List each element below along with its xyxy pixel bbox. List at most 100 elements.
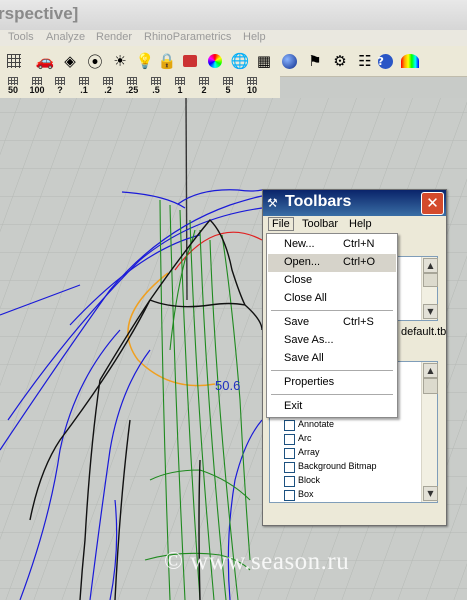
- grid-sphere-icon[interactable]: ▦: [254, 51, 274, 71]
- snap-2-button[interactable]: 2: [194, 76, 214, 98]
- scroll-down-button[interactable]: ▼: [423, 304, 438, 319]
- toolbar-name: Arc: [298, 433, 312, 443]
- scroll-down-button[interactable]: ▼: [423, 486, 438, 501]
- dialog-menu-toolbar[interactable]: Toolbar: [302, 218, 338, 230]
- lock-icon[interactable]: 🔒: [157, 51, 177, 71]
- menu-item-new[interactable]: New... Ctrl+N: [268, 236, 396, 254]
- light-icon[interactable]: ☀: [110, 51, 130, 71]
- current-file-name: default.tb: [401, 326, 447, 338]
- render-preview-icon[interactable]: ◈: [60, 51, 80, 71]
- checkbox[interactable]: [284, 476, 295, 487]
- color-wheel-icon[interactable]: [205, 51, 225, 71]
- car-icon[interactable]: 🚗: [35, 51, 55, 71]
- dimension-label: 50.6: [215, 378, 240, 393]
- snap-1-button[interactable]: 1: [170, 76, 190, 98]
- help-icon[interactable]: ?: [375, 51, 395, 71]
- camera-target-icon[interactable]: ⦿: [85, 51, 105, 71]
- snap-label: .25: [125, 85, 139, 95]
- scroll-up-button[interactable]: ▲: [423, 258, 438, 273]
- menu-separator: [271, 370, 393, 371]
- snap-5-button[interactable]: 5: [218, 76, 238, 98]
- checkbox[interactable]: [284, 490, 295, 501]
- snap-label: .1: [80, 85, 88, 95]
- checkbox[interactable]: [284, 420, 295, 431]
- dialog-menu-file[interactable]: File: [268, 217, 294, 231]
- sphere-wire-icon[interactable]: 🌐: [230, 51, 250, 71]
- bulb-icon[interactable]: 💡: [135, 51, 155, 71]
- snap-10-button[interactable]: 10: [242, 76, 262, 98]
- zebra-analysis-icon[interactable]: [400, 51, 420, 71]
- menu-item-label: Exit: [284, 400, 303, 412]
- snap-0-25-button[interactable]: .25: [122, 76, 142, 98]
- snap-label: .2: [104, 85, 112, 95]
- watermark-text: © www.season.ru: [164, 548, 350, 575]
- grid-icon[interactable]: [4, 51, 24, 71]
- main-toolbar: 🚗 ◈ ⦿ ☀ 💡 🔒 🌐 ▦ ⚑ ⚙ ☷ ?: [0, 46, 467, 77]
- menu-item-label: Save As...: [284, 334, 334, 346]
- snap-label: .5: [152, 85, 160, 95]
- scroll-thumb[interactable]: [423, 378, 438, 394]
- menu-item-save[interactable]: Save Ctrl+S: [268, 314, 396, 332]
- scroll-up-button[interactable]: ▲: [423, 363, 438, 378]
- file-dropdown-menu: New... Ctrl+N Open... Ctrl+O Close Close A…: [266, 233, 398, 418]
- dialog-titlebar: ⚒ Toolbars ✕: [263, 190, 446, 216]
- menu-item-shortcut: Ctrl+S: [343, 316, 374, 328]
- snap-0-5-button[interactable]: .5: [146, 76, 166, 98]
- menu-item-save-as[interactable]: Save As...: [268, 332, 396, 350]
- snap-label: 2: [201, 85, 207, 95]
- menu-item-open[interactable]: Open... Ctrl+O: [268, 254, 396, 272]
- checkbox[interactable]: [284, 462, 295, 473]
- menu-item-shortcut: Ctrl+O: [343, 256, 376, 268]
- menu-render[interactable]: Render: [96, 31, 132, 43]
- menu-item-shortcut: Ctrl+N: [343, 238, 375, 250]
- snap-label: 1: [177, 85, 183, 95]
- flag-icon[interactable]: ⚑: [305, 51, 325, 71]
- menu-item-close-all[interactable]: Close All: [268, 290, 396, 308]
- hierarchy-icon[interactable]: ☷: [355, 51, 375, 71]
- menu-item-exit[interactable]: Exit: [268, 398, 396, 416]
- snap-label: 50: [7, 85, 18, 95]
- menu-item-close[interactable]: Close: [268, 272, 396, 290]
- menu-separator: [271, 394, 393, 395]
- snap-label: 100: [29, 85, 45, 95]
- menu-help[interactable]: Help: [243, 31, 266, 43]
- layer-icon[interactable]: [180, 51, 200, 71]
- snap-toolbar: 50 100 ? .1 .2 .25 .5 1 2 5 10: [0, 76, 280, 98]
- toolbar-name: Block: [298, 475, 321, 485]
- snap-50-button[interactable]: 50: [3, 76, 23, 98]
- files-scrollbar[interactable]: ▲ ▼: [421, 257, 438, 320]
- snap-100-button[interactable]: 100: [27, 76, 47, 98]
- toolbar-name: Annotate: [298, 419, 335, 429]
- toolbar-name: Background Bitmap: [298, 461, 377, 471]
- menu-analyze[interactable]: Analyze: [46, 31, 85, 43]
- menu-item-label: Properties: [284, 376, 335, 388]
- toolbar-name: Box: [298, 489, 314, 499]
- snap-label: 5: [225, 85, 231, 95]
- gear-icon[interactable]: ⚙: [330, 51, 350, 71]
- window-title: rspective]: [0, 4, 79, 23]
- checkbox[interactable]: [284, 448, 295, 459]
- snap-label: 10: [246, 85, 257, 95]
- menu-separator: [271, 310, 393, 311]
- dialog-menu-help[interactable]: Help: [349, 218, 372, 230]
- menu-item-label: Close: [284, 274, 313, 286]
- shaded-sphere-icon[interactable]: [279, 51, 299, 71]
- snap-0-2-button[interactable]: .2: [98, 76, 118, 98]
- window-titlebar: rspective]: [0, 0, 467, 30]
- checkbox[interactable]: [284, 434, 295, 445]
- menu-item-label: Close All: [284, 292, 327, 304]
- menu-item-label: New...: [284, 238, 315, 250]
- toolbars-scrollbar[interactable]: ▲ ▼: [421, 362, 438, 502]
- close-button[interactable]: ✕: [421, 192, 444, 215]
- menu-item-save-all[interactable]: Save All: [268, 350, 396, 368]
- main-menubar: Tools Analyze Render RhinoParametrics He…: [0, 30, 467, 46]
- snap-0-1-button[interactable]: .1: [74, 76, 94, 98]
- snap-label: ?: [57, 85, 63, 95]
- toolbar-dialog-icon: ⚒: [267, 196, 278, 210]
- snap-custom-button[interactable]: ?: [50, 76, 70, 98]
- dialog-title: Toolbars: [285, 193, 352, 210]
- scroll-thumb[interactable]: [423, 273, 438, 287]
- menu-rhinoparametrics[interactable]: RhinoParametrics: [144, 31, 231, 43]
- menu-item-properties[interactable]: Properties: [268, 374, 396, 392]
- menu-tools[interactable]: Tools: [8, 31, 34, 43]
